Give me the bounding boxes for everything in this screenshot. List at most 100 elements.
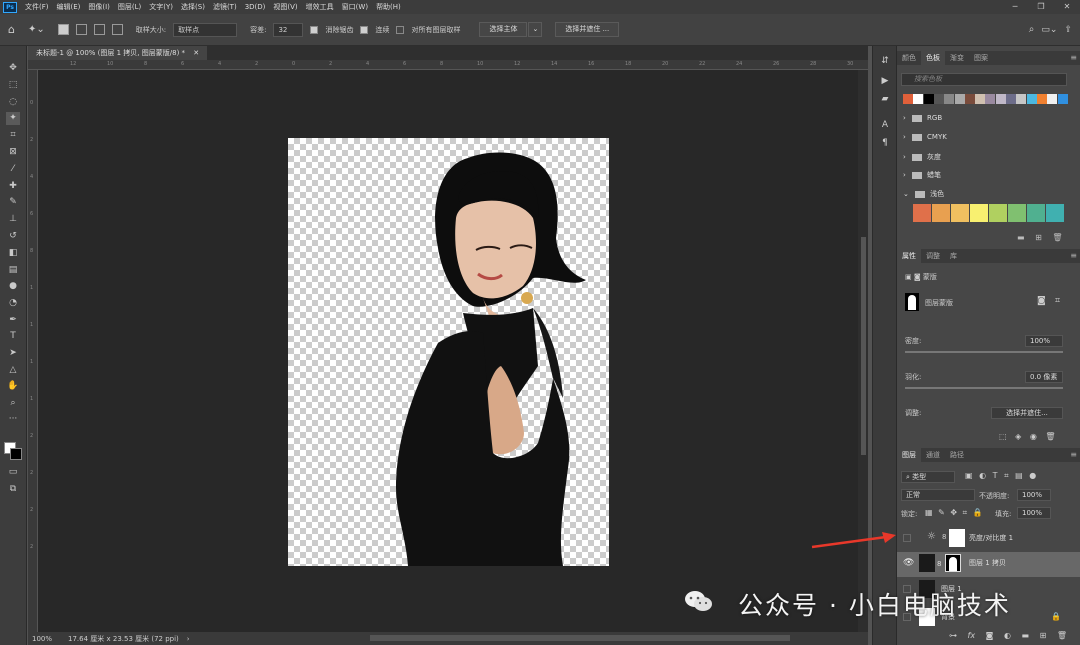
fx-icon[interactable]: fx [968, 631, 976, 640]
swatch[interactable] [985, 94, 996, 104]
menu-select[interactable]: 选择(S) [177, 2, 209, 12]
swatch[interactable] [975, 94, 986, 104]
tab-color[interactable]: 颜色 [897, 51, 921, 65]
intersect-selection-icon[interactable] [111, 24, 123, 35]
fill-input[interactable]: 100% [1017, 507, 1051, 519]
menu-window[interactable]: 窗口(W) [338, 2, 372, 12]
tab-properties[interactable]: 属性 [897, 249, 921, 263]
crop-tool-icon[interactable]: ⌗ [6, 129, 20, 142]
lock-position-icon[interactable]: ✥ [950, 508, 957, 517]
swatch-folder-pastel[interactable]: › 蜡笔 [903, 170, 941, 180]
tab-patterns[interactable]: 图案 [969, 51, 993, 65]
document-canvas[interactable] [288, 138, 609, 566]
brush-tool-icon[interactable]: ✎ [6, 196, 20, 209]
character-icon[interactable]: A [878, 120, 892, 130]
swatch-folder-rgb[interactable]: › RGB [903, 114, 942, 122]
tab-channels[interactable]: 通道 [921, 448, 945, 462]
panel-menu-icon[interactable]: ≡ [1070, 51, 1077, 65]
swatch[interactable] [932, 204, 950, 222]
select-subject-dropdown[interactable]: ⌄ [528, 22, 543, 37]
minimize-icon[interactable]: ─ [1002, 0, 1028, 14]
feather-input[interactable]: 0.0 像素 [1025, 371, 1063, 383]
swatch[interactable] [951, 204, 969, 222]
hand-tool-icon[interactable]: ✋ [6, 380, 20, 393]
layer-row-layer-1-copy[interactable]: 👁 8 图层 1 拷贝 [897, 552, 1080, 577]
swatch[interactable] [970, 204, 988, 222]
layer-filter-select[interactable]: ⌕ 类型 [901, 471, 955, 483]
document-info[interactable]: 17.64 厘米 x 23.53 厘米 (72 ppi) [68, 634, 179, 644]
zoom-tool-icon[interactable]: ⌕ [6, 397, 20, 410]
swatch[interactable] [989, 204, 1007, 222]
lock-all-icon[interactable]: 🔒 [973, 508, 983, 517]
layer-mask-thumbnail[interactable] [945, 554, 961, 572]
apply-icon[interactable]: ◈ [1015, 432, 1021, 441]
panel-menu-icon[interactable]: ≡ [1070, 249, 1077, 263]
select-and-mask-button[interactable]: 选择并遮住 ... [555, 22, 620, 37]
swatch[interactable] [913, 204, 931, 222]
menu-layer[interactable]: 图层(L) [114, 2, 145, 12]
pen-tool-icon[interactable]: ✒ [6, 314, 20, 327]
move-tool-icon[interactable]: ✥ [6, 62, 20, 75]
new-swatch-icon[interactable]: ⊞ [1035, 233, 1042, 242]
share-icon[interactable]: ⇪ [1064, 25, 1072, 35]
menu-3d[interactable]: 3D(D) [241, 3, 270, 11]
add-mask-icon[interactable]: ◙ [986, 631, 994, 640]
mask-options-icon[interactable]: ⌗ [1055, 296, 1060, 306]
tolerance-input[interactable]: 32 [273, 22, 304, 37]
delete-icon[interactable]: 🗑 [1052, 233, 1062, 242]
magic-wand-tool-icon[interactable]: ✦ [6, 112, 20, 125]
swatch-search-input[interactable]: 搜索色板 [901, 73, 1067, 86]
new-adjustment-icon[interactable]: ◐ [1004, 631, 1011, 640]
document-tab[interactable]: 未标题-1 @ 100% (图层 1 拷贝, 图层蒙版/8) * ✕ [28, 46, 208, 60]
paragraph-icon[interactable]: ¶ [878, 138, 892, 148]
tab-adjustments[interactable]: 调整 [921, 249, 945, 263]
swatch[interactable] [954, 94, 965, 104]
opacity-input[interactable]: 100% [1017, 489, 1051, 501]
apply-mask-icon[interactable]: ◙ [1037, 296, 1046, 306]
screen-mode-icon[interactable]: ⧉ [6, 483, 20, 496]
pixel-mask-icon[interactable]: ▣ [905, 273, 912, 281]
healing-tool-icon[interactable]: ✚ [6, 180, 20, 193]
restore-icon[interactable]: ❐ [1028, 0, 1054, 14]
tab-libraries[interactable]: 库 [945, 249, 962, 263]
pixel-filter-icon[interactable]: ▣ [965, 471, 973, 480]
eyedropper-tool-icon[interactable]: ⁄ [6, 163, 20, 176]
background-color-swatch[interactable] [10, 448, 22, 460]
zoom-level[interactable]: 100% [32, 635, 52, 643]
gradient-tool-icon[interactable]: ▤ [6, 264, 20, 277]
swatch[interactable] [995, 94, 1006, 104]
swatch[interactable] [1027, 204, 1045, 222]
new-group-icon[interactable]: ▬ [1022, 631, 1030, 640]
vertical-scroll-thumb[interactable] [861, 237, 866, 455]
selection-icon[interactable]: ⬚ [999, 432, 1007, 441]
select-subject-button[interactable]: 选择主体 [479, 22, 528, 37]
lock-artboard-icon[interactable]: ⌗ [963, 508, 968, 517]
lock-transparent-icon[interactable]: ▦ [925, 508, 933, 517]
subtract-selection-icon[interactable] [93, 24, 105, 35]
magic-wand-icon[interactable]: ✦⌄ [28, 24, 45, 35]
marquee-tool-icon[interactable]: ⬚ [6, 79, 20, 92]
menu-type[interactable]: 文字(Y) [145, 2, 177, 12]
layer-row-brightness-contrast[interactable]: ☼ 8 亮度/对比度 1 [897, 527, 1080, 549]
blend-mode-select[interactable]: 正常 [901, 489, 975, 501]
swatch[interactable] [964, 94, 975, 104]
shape-tool-icon[interactable]: △ [6, 364, 20, 377]
sample-size-select[interactable]: 取样点 [173, 22, 238, 37]
swatch-folder-gray[interactable]: › 灰度 [903, 152, 941, 162]
shape-filter-icon[interactable]: ⌗ [1004, 471, 1009, 480]
frame-tool-icon[interactable]: ⊠ [6, 146, 20, 159]
layer-thumbnail[interactable] [919, 554, 935, 572]
new-group-icon[interactable]: ▬ [1017, 233, 1025, 242]
swatch[interactable] [1047, 94, 1058, 104]
layer-mask-thumbnail[interactable] [949, 529, 965, 547]
eraser-tool-icon[interactable]: ◧ [6, 247, 20, 260]
swatch[interactable] [923, 94, 934, 104]
adjustment-filter-icon[interactable]: ◐ [979, 471, 986, 480]
swatch[interactable] [1016, 94, 1027, 104]
menu-filter[interactable]: 滤镜(T) [209, 2, 241, 12]
actions-play-icon[interactable]: ▶ [878, 76, 892, 86]
home-icon[interactable]: ⌂ [8, 23, 15, 36]
menu-image[interactable]: 图像(I) [84, 2, 114, 12]
menu-file[interactable]: 文件(F) [21, 2, 53, 12]
swatch[interactable] [944, 94, 955, 104]
